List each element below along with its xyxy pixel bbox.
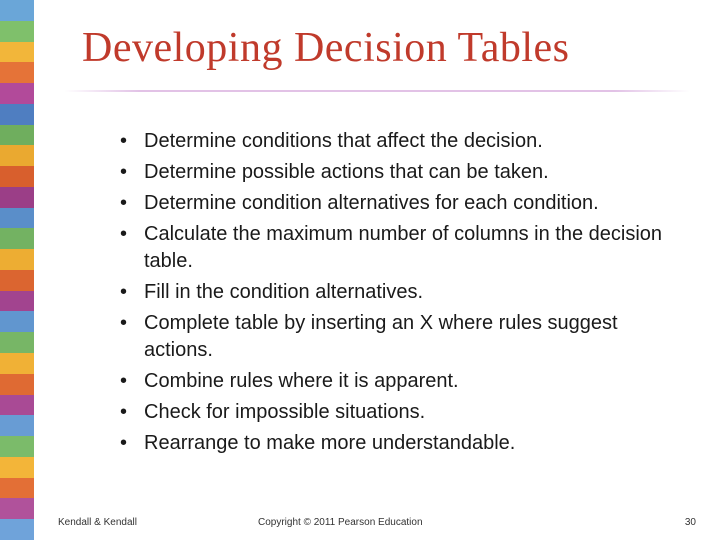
sidebar-swatch [0, 249, 34, 270]
sidebar-swatch [0, 415, 34, 436]
bullet-item: Complete table by inserting an X where r… [120, 310, 674, 364]
sidebar-swatch [0, 270, 34, 291]
sidebar-swatch [0, 353, 34, 374]
footer-author: Kendall & Kendall [58, 517, 218, 528]
sidebar-swatch [0, 436, 34, 457]
title-divider [64, 90, 690, 92]
bullet-item: Check for impossible situations. [120, 399, 674, 426]
sidebar-swatch [0, 395, 34, 416]
sidebar-swatch [0, 519, 34, 540]
bullet-item: Determine conditions that affect the dec… [120, 128, 674, 155]
sidebar-swatch [0, 125, 34, 146]
sidebar-swatch [0, 0, 34, 21]
bullet-item: Fill in the condition alternatives. [120, 279, 674, 306]
sidebar-swatch [0, 187, 34, 208]
slide-title: Developing Decision Tables [82, 24, 690, 72]
sidebar-swatch [0, 332, 34, 353]
sidebar-swatch [0, 62, 34, 83]
sidebar-swatch [0, 145, 34, 166]
sidebar-swatch [0, 374, 34, 395]
bullet-item: Rearrange to make more understandable. [120, 430, 674, 457]
slide-content: Developing Decision Tables Determine con… [34, 0, 720, 540]
sidebar-swatch [0, 478, 34, 499]
footer-copyright: Copyright © 2011 Pearson Education [218, 517, 656, 528]
sidebar-swatch [0, 498, 34, 519]
sidebar-swatch [0, 42, 34, 63]
sidebar-swatch [0, 291, 34, 312]
sidebar-swatch [0, 83, 34, 104]
slide-footer: Kendall & Kendall Copyright © 2011 Pears… [34, 517, 720, 528]
bullet-item: Calculate the maximum number of columns … [120, 221, 674, 275]
bullet-item: Combine rules where it is apparent. [120, 368, 674, 395]
sidebar-swatch [0, 208, 34, 229]
sidebar-swatch [0, 21, 34, 42]
footer-page-number: 30 [656, 517, 696, 528]
bullet-list: Determine conditions that affect the dec… [120, 128, 674, 457]
bullet-item: Determine possible actions that can be t… [120, 159, 674, 186]
sidebar-swatch [0, 104, 34, 125]
sidebar-swatch [0, 166, 34, 187]
sidebar-swatch [0, 311, 34, 332]
sidebar-swatch [0, 228, 34, 249]
bullet-item: Determine condition alternatives for eac… [120, 190, 674, 217]
sidebar-swatch [0, 457, 34, 478]
decorative-sidebar [0, 0, 34, 540]
